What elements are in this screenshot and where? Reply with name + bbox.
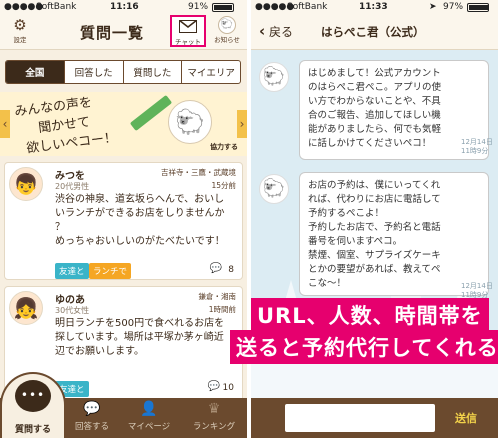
answer-count: 10 xyxy=(222,383,234,393)
send-button[interactable]: 送信 xyxy=(455,410,477,426)
chat-title: はらぺこ君（公式） xyxy=(321,25,425,39)
settings-button[interactable]: ⚙ 設定 xyxy=(8,16,32,44)
avatar: 👦 xyxy=(9,167,43,201)
caption-line-1: URL、人数、時間帯を xyxy=(251,298,489,332)
comment-icon: 💬 xyxy=(207,381,220,392)
tab-answer[interactable]: 💬 回答する xyxy=(70,398,114,438)
carrier-label: SoftBank xyxy=(287,2,328,12)
message-timestamp: 12月14日 11時9分 xyxy=(461,138,493,155)
time-label: 15分前 xyxy=(211,181,236,190)
banner-prev-arrow[interactable]: ‹ xyxy=(0,110,10,138)
tab-mypage[interactable]: 👤 マイページ xyxy=(122,398,176,438)
banner-next-arrow[interactable]: › xyxy=(237,110,247,138)
gear-icon: ⚙ xyxy=(13,16,27,34)
ask-question-button[interactable]: ••• 質問する xyxy=(0,372,66,438)
survey-banner[interactable]: ‹ › みんなの声を 聞かせて 欲しいペコー！ 🐑 協力する xyxy=(0,92,247,156)
banner-cooperate-label: 協力する xyxy=(210,143,238,151)
user-name: みつを xyxy=(55,171,85,182)
clock: 11:33 xyxy=(359,2,388,12)
top-navbar: ⚙ 設定 質問一覧 チャット 🐑 お知らせ xyxy=(0,14,247,50)
user-name: ゆのあ xyxy=(55,295,85,306)
location-label: 鎌倉・湘南 xyxy=(198,292,237,301)
tag-with-friends: 友達と xyxy=(55,263,89,279)
caption-line-2: 送ると予約代行してくれる xyxy=(230,330,498,364)
message-input[interactable] xyxy=(285,404,435,432)
battery-icon xyxy=(467,3,489,12)
question-text: 明日ランチを500円で食べれるお店を 探しています。場所は平塚か茅ヶ崎近 辺でお願い… xyxy=(55,318,225,357)
person-icon: 👤 xyxy=(140,401,158,417)
back-button[interactable]: ‹ 戻る xyxy=(259,22,293,40)
top-navbar: ‹ 戻る はらぺこ君（公式） xyxy=(251,14,498,50)
tab-all[interactable]: 全国 xyxy=(6,61,64,83)
tab-my-area[interactable]: マイエリア xyxy=(181,61,240,83)
battery-icon xyxy=(212,3,234,12)
pencil-icon xyxy=(129,94,173,132)
chevron-left-icon: ‹ xyxy=(259,22,266,40)
mascot-image: 🐑 xyxy=(168,100,212,144)
battery-label: 97% xyxy=(443,2,464,12)
answer-count: 8 xyxy=(228,265,234,275)
speech-bubbles-icon: 💬 xyxy=(83,401,101,417)
page-title: 質問一覧 xyxy=(80,24,145,42)
location-label: 吉祥寺・三鷹・武蔵境 xyxy=(161,168,236,177)
speech-bubble-icon: ••• xyxy=(15,380,51,412)
user-profile: 30代女性 xyxy=(55,306,90,315)
clock: 11:16 xyxy=(110,2,139,12)
time-label: 1時間前 xyxy=(208,305,236,314)
question-text: 渋谷の神泉、道玄坂らへんで、おいし いランチができるお店をしりませんか？めっちゃお… xyxy=(55,194,225,247)
chat-screen: ●●●●● SoftBank 11:33 ➤ 97% ‹ 戻る はらぺこ君（公式… xyxy=(251,0,498,438)
comment-icon: 💬 xyxy=(209,263,222,274)
chat-message: お店の予約は、僕にいってくれ れば、代わりにお店に電話して 予約するぺこよ！ 予約した… xyxy=(299,172,489,296)
filter-tabs: 全国 回答した 質問した マイエリア xyxy=(5,60,241,84)
mascot-avatar: 🐑 xyxy=(259,174,289,204)
user-profile: 20代男性 xyxy=(55,182,90,191)
tab-asked[interactable]: 質問した xyxy=(122,61,182,83)
location-arrow-icon: ➤ xyxy=(429,2,437,12)
notice-button[interactable]: 🐑 お知らせ xyxy=(212,16,242,44)
envelope-icon xyxy=(178,19,197,33)
avatar: 👧 xyxy=(9,291,43,325)
mascot-icon: 🐑 xyxy=(218,16,236,34)
question-list-screen: ●●●●● SoftBank 11:16 91% ⚙ 設定 質問一覧 チャット … xyxy=(0,0,247,438)
status-bar: ●●●●● SoftBank 11:16 91% xyxy=(0,0,247,14)
status-bar: ●●●●● SoftBank 11:33 ➤ 97% xyxy=(251,0,498,14)
message-input-bar: 送信 xyxy=(251,398,498,438)
tab-answered[interactable]: 回答した xyxy=(63,61,123,83)
question-card[interactable]: 👦 みつを 20代男性 吉祥寺・三鷹・武蔵境 15分前 渋谷の神泉、道玄坂らへん… xyxy=(4,162,243,280)
tag-lunch: ランチで xyxy=(89,263,132,279)
crown-icon: ♛ xyxy=(207,401,221,417)
tab-ranking[interactable]: ♛ ランキング xyxy=(184,398,244,438)
battery-label: 91% xyxy=(188,2,209,12)
carrier-label: SoftBank xyxy=(36,2,77,12)
mascot-avatar: 🐑 xyxy=(259,62,289,92)
chat-button[interactable]: チャット xyxy=(170,15,206,47)
